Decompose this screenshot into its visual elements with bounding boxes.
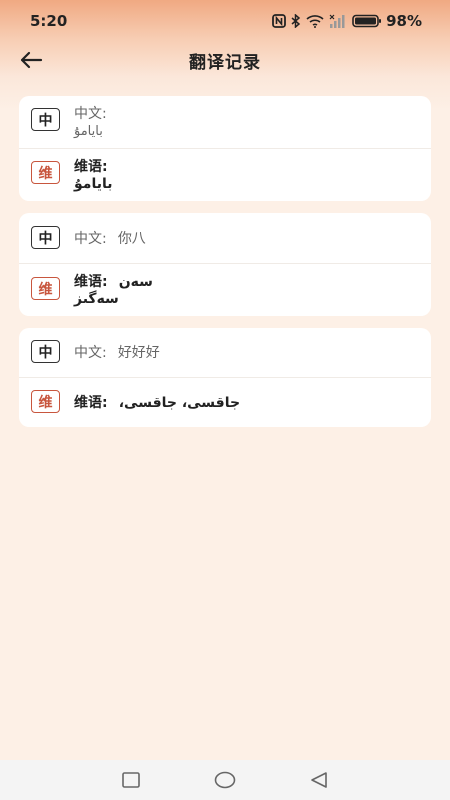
square-icon	[122, 772, 140, 788]
chinese-badge: 中	[31, 340, 60, 363]
status-icons: 98%	[272, 12, 422, 30]
uyghur-badge: 维	[31, 161, 60, 184]
system-back-button[interactable]	[307, 768, 331, 792]
record-card[interactable]: 中 中文: 你八 维 维语: سەن سەگىز	[19, 213, 431, 316]
chinese-badge: 中	[31, 226, 60, 249]
chinese-label: 中文:	[74, 345, 107, 361]
status-bar: 5:20 98%	[0, 0, 450, 42]
record-list: 中 中文: بايامۇ 维 维语: بايامۇ 中 中文: 你八 维 维语:…	[19, 96, 431, 439]
record-chinese-row: 中 中文: 你八	[19, 213, 431, 263]
record-card[interactable]: 中 中文: بايامۇ 维 维语: بايامۇ	[19, 96, 431, 201]
record-uyghur-row: 维 维语: سەن سەگىز	[19, 263, 431, 316]
arrow-left-icon	[20, 51, 43, 69]
recents-button[interactable]	[119, 768, 143, 792]
uyghur-label: 维语:	[74, 395, 108, 411]
chinese-text: 你八	[117, 231, 146, 247]
battery-indicator: 98%	[352, 12, 422, 30]
uyghur-badge: 维	[31, 277, 60, 300]
record-uyghur-row: 维 维语: بايامۇ	[19, 148, 431, 201]
app-bar: 翻译记录	[0, 40, 450, 80]
record-card[interactable]: 中 中文: 好好好 维 维语: ،جاقسى، جاقسى	[19, 328, 431, 427]
record-chinese-row: 中 中文: 好好好	[19, 328, 431, 377]
chinese-label: 中文:	[74, 106, 107, 122]
signal-icon	[329, 14, 347, 28]
system-nav-bar	[0, 760, 450, 800]
page-title: 翻译记录	[189, 52, 261, 73]
home-button[interactable]	[213, 768, 237, 792]
back-button[interactable]	[14, 44, 48, 76]
uyghur-text: ،جاقسى، جاقسى	[118, 395, 241, 411]
nfc-icon	[272, 14, 286, 28]
chinese-text: 好好好	[117, 345, 160, 361]
uyghur-badge: 维	[31, 390, 60, 413]
uyghur-label: 维语:	[74, 159, 108, 175]
record-uyghur-row: 维 维语: ،جاقسى، جاقسى	[19, 377, 431, 427]
triangle-back-icon	[311, 772, 327, 788]
chinese-text: بايامۇ	[74, 124, 103, 139]
wifi-icon	[306, 14, 324, 28]
circle-icon	[214, 771, 236, 789]
chinese-label: 中文:	[74, 231, 107, 247]
uyghur-text: بايامۇ	[74, 176, 113, 192]
uyghur-text-line2: سەگىز	[74, 291, 119, 307]
uyghur-text: سەن	[118, 274, 153, 290]
battery-percent: 98%	[386, 12, 422, 30]
status-time: 5:20	[30, 12, 68, 30]
chinese-badge: 中	[31, 108, 60, 131]
record-chinese-row: 中 中文: بايامۇ	[19, 96, 431, 148]
uyghur-label: 维语:	[74, 274, 108, 290]
bluetooth-icon	[291, 14, 301, 28]
battery-icon	[352, 14, 382, 28]
